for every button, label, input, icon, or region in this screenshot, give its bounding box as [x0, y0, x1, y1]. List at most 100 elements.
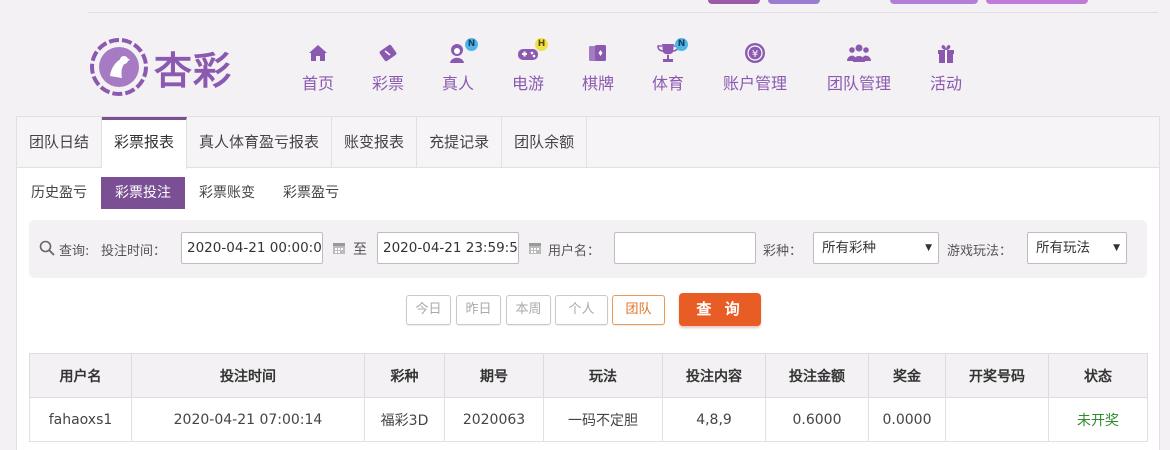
search-button[interactable]: 查 询 [679, 293, 761, 326]
header-divider [88, 12, 1158, 13]
table-body: fahaoxs1 2020-04-21 07:00:14 福彩3D 2020063 一码… [29, 397, 1148, 442]
tab-0[interactable]: 团队日结 [17, 117, 103, 168]
lottery-ticket-icon [374, 40, 402, 66]
top-bar-button[interactable] [890, 0, 978, 4]
table-cell [945, 397, 1049, 442]
column-header: 奖金 [868, 353, 946, 398]
nav-label: 真人 [441, 74, 474, 93]
table-cell: fahaoxs1 [29, 397, 132, 442]
table-cell: 一码不定胆 [543, 397, 663, 442]
to-label: 至 [353, 242, 367, 258]
nav-item[interactable]: 团队管理 [819, 40, 899, 94]
subtab-1[interactable]: 彩票投注 [101, 177, 185, 209]
table-cell: 福彩3D [364, 397, 445, 442]
search-icon [39, 240, 55, 256]
nav-label: 活动 [929, 74, 962, 93]
nav-item[interactable]: 首页 [278, 40, 358, 94]
bet-time-label: 投注时间： [101, 244, 167, 259]
nav-item[interactable]: H 电游 [488, 38, 568, 94]
yesterday-button[interactable]: 昨日 [456, 295, 501, 325]
top-bar-button[interactable] [768, 0, 820, 4]
nav-item[interactable]: 棋牌 [558, 40, 638, 94]
report-tabs: 团队日结 彩票报表 真人体育盈亏报表 账变报表 充提记录 团队余额 [17, 117, 1159, 169]
table-cell: 4,8,9 [662, 397, 766, 442]
this-week-button[interactable]: 本周 [506, 295, 551, 325]
nav-label: 彩票 [371, 74, 404, 93]
start-time-field[interactable]: 2020-04-21 00:00:00 [181, 232, 323, 264]
chevron-down-icon: ▼ [1113, 243, 1120, 253]
report-subtabs: 历史盈亏 彩票投注 彩票账变 彩票盈亏 [17, 177, 353, 209]
table-cell: 2020-04-21 07:00:14 [131, 397, 365, 442]
live-dealer-icon: N [444, 38, 478, 66]
nav-item[interactable]: N 体育 [628, 38, 708, 94]
play-type-label: 游戏玩法： [947, 244, 1013, 259]
account-icon: ¥ [741, 40, 769, 66]
column-header: 用户名 [29, 353, 132, 398]
tab-4[interactable]: 充提记录 [417, 117, 503, 168]
nav-item[interactable]: N 真人 [418, 38, 498, 94]
nav-item[interactable]: ¥ 账户管理 [715, 40, 795, 94]
column-header: 期号 [444, 353, 544, 398]
trophy-icon: N [654, 38, 688, 66]
personal-button[interactable]: 个人 [555, 295, 608, 325]
home-icon [304, 40, 332, 66]
table-cell: 0.6000 [765, 397, 869, 442]
nav-item[interactable]: 彩票 [348, 40, 428, 94]
table-cell: 未开奖 [1048, 397, 1148, 442]
nav-badge: H [535, 38, 548, 51]
play-type-select[interactable]: 所有玩法 ▼ [1027, 232, 1127, 264]
top-bar-button[interactable] [986, 0, 1088, 4]
logo-icon [90, 38, 148, 96]
nav-label: 账户管理 [722, 74, 787, 93]
site-logo[interactable]: 杏彩 [88, 36, 232, 98]
play-type-value: 所有玩法 [1036, 240, 1090, 256]
team-button[interactable]: 团队 [612, 295, 665, 325]
table-cell: 2020063 [444, 397, 544, 442]
tab-5[interactable]: 团队余额 [502, 117, 588, 168]
subtab-3[interactable]: 彩票盈亏 [269, 177, 353, 209]
username-input[interactable] [614, 232, 756, 264]
gamepad-icon: H [514, 38, 548, 66]
lottery-type-label: 彩种： [763, 244, 803, 259]
nav-badge: N [465, 38, 478, 51]
column-header: 投注内容 [662, 353, 766, 398]
team-icon [845, 40, 873, 66]
calendar-icon[interactable] [528, 241, 542, 255]
column-header: 玩法 [543, 353, 663, 398]
logo-text: 杏彩 [154, 47, 233, 93]
table-cell: 0.0000 [868, 397, 946, 442]
tab-1[interactable]: 彩票报表 [102, 117, 188, 169]
tab-2[interactable]: 真人体育盈亏报表 [187, 117, 333, 168]
table-header-row: 用户名 投注时间 彩种 期号 玩法 投注内容 投注金额 奖金 开奖号码 状态 [29, 353, 1148, 398]
table-row: fahaoxs1 2020-04-21 07:00:14 福彩3D 2020063 一码… [29, 397, 1148, 442]
column-header: 投注金额 [765, 353, 869, 398]
column-header: 彩种 [364, 353, 445, 398]
svg-text:¥: ¥ [752, 49, 758, 60]
today-button[interactable]: 今日 [406, 295, 451, 325]
username-label: 用户名： [548, 244, 601, 259]
column-header: 开奖号码 [945, 353, 1049, 398]
query-label: 查询: [59, 244, 90, 259]
bet-records-table: 用户名 投注时间 彩种 期号 玩法 投注内容 投注金额 奖金 开奖号码 状态 fahaoxs1 20… [29, 353, 1148, 442]
calendar-icon[interactable] [332, 241, 346, 255]
chevron-down-icon: ▼ [925, 243, 932, 253]
subtab-0[interactable]: 历史盈亏 [17, 177, 101, 209]
nav-badge: N [675, 38, 688, 51]
nav-item[interactable]: 活动 [906, 40, 986, 94]
column-header: 状态 [1048, 353, 1148, 398]
nav-label: 首页 [301, 74, 334, 93]
lottery-type-value: 所有彩种 [822, 240, 876, 256]
lottery-type-select[interactable]: 所有彩种 ▼ [813, 232, 939, 264]
subtab-2[interactable]: 彩票账变 [185, 177, 269, 209]
top-bar-button[interactable] [708, 0, 760, 4]
tab-3[interactable]: 账变报表 [332, 117, 418, 168]
nav-label: 棋牌 [581, 74, 614, 93]
quick-filter-buttons: 今日 昨日 本周 个人 团队 [17, 295, 1159, 329]
nav-label: 电游 [511, 74, 544, 93]
gift-icon [932, 40, 960, 66]
cards-icon [584, 40, 612, 66]
nav-label: 团队管理 [826, 74, 891, 93]
filter-bar: 查询: 投注时间： 2020-04-21 00:00:00 至 2020-04-… [29, 220, 1147, 278]
end-time-field[interactable]: 2020-04-21 23:59:59 [377, 232, 519, 264]
nav-label: 体育 [651, 74, 684, 93]
